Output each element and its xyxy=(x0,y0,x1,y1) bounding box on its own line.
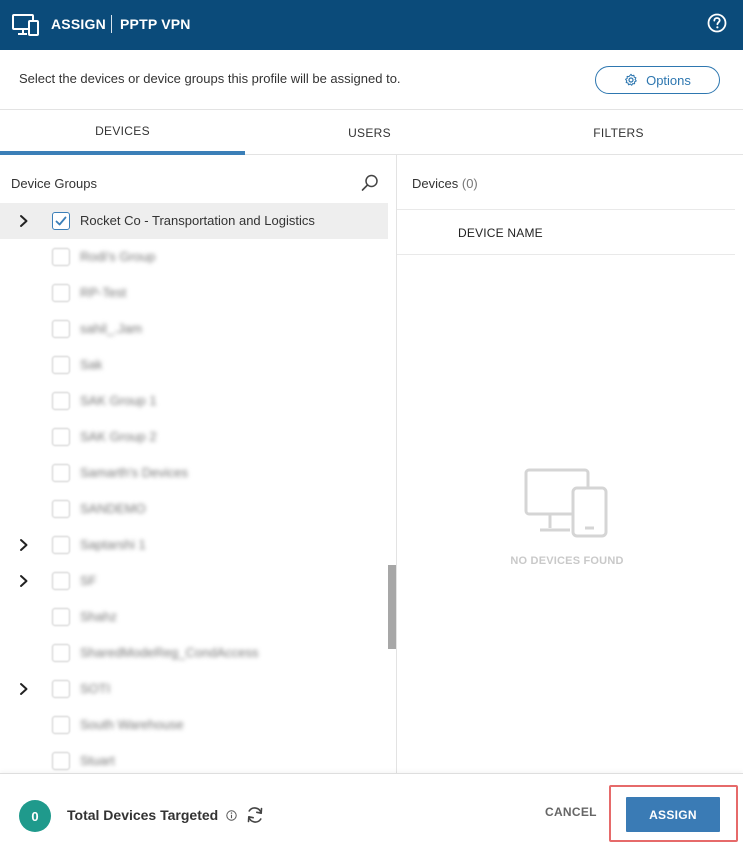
dialog-footer: 0 Total Devices Targeted CANCEL ASSIGN xyxy=(0,773,743,843)
device-group-label: SANDEMO xyxy=(80,501,146,516)
no-devices-message: NO DEVICES FOUND xyxy=(510,555,624,567)
device-group-checkbox[interactable] xyxy=(52,608,70,626)
device-groups-heading: Device Groups xyxy=(11,176,97,191)
instruction-text: Select the devices or device groups this… xyxy=(19,71,401,86)
device-group-label: Rocket Co - Transportation and Logistics xyxy=(80,213,315,228)
device-group-row[interactable]: Samarth's Devices xyxy=(0,455,388,491)
device-group-label: SAK Group 1 xyxy=(80,393,157,408)
devices-empty-icon xyxy=(524,468,608,538)
gear-icon xyxy=(625,73,637,86)
device-group-row[interactable]: sahil_.Jam xyxy=(0,311,388,347)
monitor-assign-icon xyxy=(12,14,39,36)
profile-name: PPTP VPN xyxy=(120,16,191,32)
checkmark-icon xyxy=(55,216,67,226)
targeted-count-badge: 0 xyxy=(19,800,51,832)
device-group-row[interactable]: SANDEMO xyxy=(0,491,388,527)
instruction-bar: Select the devices or device groups this… xyxy=(0,50,743,110)
assign-button[interactable]: ASSIGN xyxy=(626,797,720,832)
device-group-label: South Warehouse xyxy=(80,717,184,732)
device-group-row[interactable]: SAK Group 2 xyxy=(0,419,388,455)
device-group-label: RP-Test xyxy=(80,285,127,300)
devices-table-header: DEVICE NAME xyxy=(397,209,735,255)
chevron-right-icon[interactable] xyxy=(17,574,31,588)
device-group-checkbox[interactable] xyxy=(52,464,70,482)
device-groups-panel: Device Groups Rocket Co - Transportation… xyxy=(0,155,397,773)
device-group-label: Rodi's Group xyxy=(80,249,156,264)
device-group-checkbox[interactable] xyxy=(52,752,70,770)
title-separator xyxy=(111,15,112,33)
device-group-checkbox[interactable] xyxy=(52,716,70,734)
device-group-checkbox[interactable] xyxy=(52,248,70,266)
device-group-checkbox[interactable] xyxy=(52,644,70,662)
dialog-header: ASSIGN PPTP VPN xyxy=(0,0,743,50)
device-group-row[interactable]: SF xyxy=(0,563,388,599)
info-icon[interactable] xyxy=(226,810,237,821)
device-group-checkbox[interactable] xyxy=(52,536,70,554)
device-group-label: Saptarshi 1 xyxy=(80,537,146,552)
chevron-right-icon[interactable] xyxy=(17,538,31,552)
device-group-checkbox[interactable] xyxy=(52,392,70,410)
device-group-checkbox[interactable] xyxy=(52,284,70,302)
devices-count: (0) xyxy=(461,176,478,191)
device-group-label: sahil_.Jam xyxy=(80,321,143,336)
device-group-row[interactable]: Saptarshi 1 xyxy=(0,527,388,563)
device-group-checkbox[interactable] xyxy=(52,500,70,518)
chevron-right-icon[interactable] xyxy=(17,682,31,696)
device-group-label: Stuart xyxy=(80,753,115,768)
device-group-row[interactable]: SAK Group 1 xyxy=(0,383,388,419)
device-group-checkbox[interactable] xyxy=(52,320,70,338)
search-icon[interactable] xyxy=(360,173,380,193)
device-group-row[interactable]: Rocket Co - Transportation and Logistics xyxy=(0,203,388,239)
device-name-column-header[interactable]: DEVICE NAME xyxy=(458,226,543,240)
tab-users[interactable]: USERS xyxy=(245,110,494,155)
device-group-row[interactable]: RP-Test xyxy=(0,275,388,311)
device-group-row[interactable]: Rodi's Group xyxy=(0,239,388,275)
device-group-row[interactable]: Shahz xyxy=(0,599,388,635)
device-group-row[interactable]: South Warehouse xyxy=(0,707,388,743)
dialog-title: ASSIGN xyxy=(51,16,106,32)
device-group-row[interactable]: SOTI xyxy=(0,671,388,707)
devices-heading: Devices (0) xyxy=(412,176,478,191)
device-group-checkbox[interactable] xyxy=(52,356,70,374)
devices-heading-label: Devices xyxy=(412,176,459,191)
device-group-label: Sak xyxy=(80,357,103,372)
tree-scrollbar-thumb[interactable] xyxy=(388,565,396,649)
options-button[interactable]: Options xyxy=(595,66,720,94)
tab-filters[interactable]: FILTERS xyxy=(494,110,743,155)
refresh-icon[interactable] xyxy=(245,805,265,825)
device-group-checkbox[interactable] xyxy=(52,572,70,590)
options-label: Options xyxy=(646,72,691,88)
help-circle-icon[interactable] xyxy=(707,13,727,33)
device-group-label: SOTI xyxy=(80,681,111,696)
device-group-row[interactable]: SharedModeReg_CondAccess xyxy=(0,635,388,671)
device-group-checkbox[interactable] xyxy=(52,212,70,230)
device-group-label: SF xyxy=(80,573,97,588)
device-group-checkbox[interactable] xyxy=(52,680,70,698)
device-group-row[interactable]: Stuart xyxy=(0,743,388,773)
tab-devices[interactable]: DEVICES xyxy=(0,110,245,155)
device-group-label: Shahz xyxy=(80,609,117,624)
device-group-tree: Rocket Co - Transportation and Logistics… xyxy=(0,203,388,773)
device-group-label: SAK Group 2 xyxy=(80,429,157,444)
device-group-label: SharedModeReg_CondAccess xyxy=(80,645,259,660)
chevron-right-icon[interactable] xyxy=(17,214,31,228)
device-group-label: Samarth's Devices xyxy=(80,465,188,480)
cancel-button[interactable]: CANCEL xyxy=(545,805,597,819)
device-group-checkbox[interactable] xyxy=(52,428,70,446)
assign-tabs: DEVICES USERS FILTERS xyxy=(0,110,743,155)
devices-panel: Devices (0) DEVICE NAME NO DEVICES FOUND xyxy=(397,155,743,773)
total-devices-label: Total Devices Targeted xyxy=(67,807,219,823)
device-group-row[interactable]: Sak xyxy=(0,347,388,383)
